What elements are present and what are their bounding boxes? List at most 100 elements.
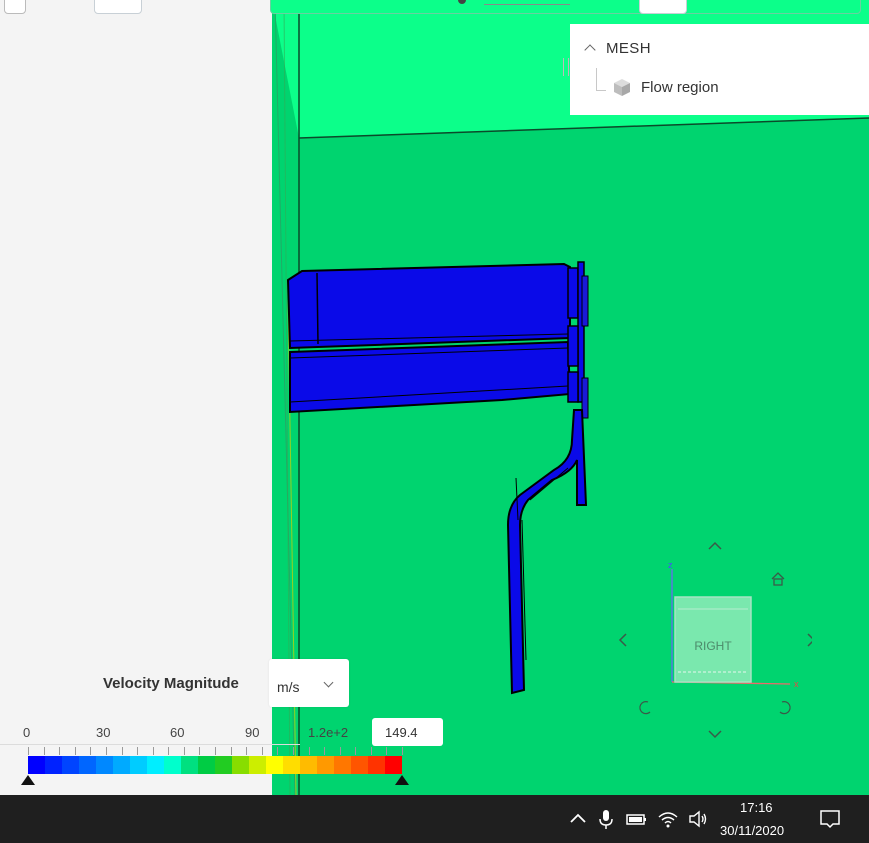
wifi-icon[interactable] <box>656 807 680 831</box>
notification-icon[interactable] <box>818 807 842 831</box>
colorbar-segment <box>232 756 249 774</box>
legend-axis-line <box>0 744 300 745</box>
view-navigation-cube[interactable]: z x RIGHT <box>612 534 816 744</box>
tree-connector <box>596 90 606 91</box>
toolbar-strip <box>270 0 861 14</box>
rotate-right-icon[interactable] <box>779 701 791 715</box>
legend-minor-tick <box>28 747 29 755</box>
chevron-right-icon[interactable] <box>807 633 816 647</box>
legend-minor-tick <box>230 747 232 755</box>
legend-quantity-label: Velocity Magnitude <box>103 675 239 692</box>
chevron-left-icon[interactable] <box>618 633 627 647</box>
colorbar-segment <box>96 756 113 774</box>
colorbar-segment <box>334 756 351 774</box>
colorbar-segment <box>266 756 283 774</box>
colorbar-segment <box>113 756 130 774</box>
legend-minor-tick <box>339 747 341 755</box>
taskbar-time[interactable]: 17:16 <box>740 800 773 815</box>
legend-minor-tick <box>183 747 185 755</box>
legend-max-input[interactable]: 149.4 <box>372 718 443 746</box>
legend-minor-tick <box>386 747 388 755</box>
legend-minor-tick <box>402 747 403 755</box>
colorbar-segment <box>317 756 334 774</box>
colorbar-segment <box>283 756 300 774</box>
legend-minor-tick <box>277 747 279 755</box>
colorbar-segment <box>300 756 317 774</box>
cube-icon <box>614 79 630 96</box>
speaker-icon[interactable] <box>686 807 710 831</box>
toolbar-button-right[interactable] <box>639 0 687 14</box>
tree-item-label: Flow region <box>641 78 719 96</box>
x-axis-label: x <box>794 679 799 689</box>
legend-max-marker[interactable] <box>395 775 409 785</box>
colorbar-segment <box>45 756 62 774</box>
legend-minor-tick <box>90 747 92 755</box>
colorbar-segment <box>215 756 232 774</box>
view-cube-face-right[interactable]: RIGHT <box>674 596 752 683</box>
battery-icon[interactable] <box>624 807 648 831</box>
legend-minor-tick <box>43 747 45 755</box>
colorbar-segment <box>164 756 181 774</box>
legend-minor-tick <box>199 747 201 755</box>
unit-select[interactable]: m/s <box>269 659 349 707</box>
legend-minor-tick <box>121 747 123 755</box>
colorbar-segment <box>79 756 96 774</box>
color-legend: Velocity Magnitude m/s 0 30 60 90 1.2e+2… <box>0 655 460 795</box>
legend-tick-label: 0 <box>23 725 31 740</box>
legend-minor-tick <box>152 747 154 755</box>
legend-minor-tick <box>74 747 76 755</box>
legend-minor-tick <box>308 747 310 755</box>
toolbar-corner[interactable] <box>4 0 26 14</box>
toolbar-button-left[interactable] <box>94 0 142 14</box>
legend-minor-tick <box>292 747 294 755</box>
tree-item-flow-region[interactable]: Flow region <box>612 76 719 98</box>
unit-value: m/s <box>277 679 300 695</box>
legend-minor-tick <box>215 747 216 755</box>
colorbar-segment <box>351 756 368 774</box>
toolbar-slider-track[interactable] <box>484 4 570 5</box>
colorbar-segment <box>181 756 198 774</box>
view-cube-face-label: RIGHT <box>694 639 732 653</box>
legend-tick-label: 30 <box>96 725 111 740</box>
colorbar-segment <box>28 756 45 774</box>
chevron-down-icon <box>323 677 334 688</box>
panel-resize-handle[interactable] <box>563 58 569 76</box>
colorbar-segment <box>198 756 215 774</box>
legend-tick-label: 1.2e+2 <box>308 725 349 740</box>
inlet-duct-upper[interactable] <box>286 262 571 350</box>
tree-connector <box>596 68 597 90</box>
mesh-tree-panel: MESH Flow region <box>570 24 869 115</box>
taskbar: 17:16 30/11/2020 <box>0 795 869 843</box>
colorbar-segment <box>385 756 402 774</box>
taskbar-date[interactable]: 30/11/2020 <box>720 823 784 838</box>
rotate-left-icon[interactable] <box>639 701 651 715</box>
legend-tick-label: 90 <box>245 725 260 740</box>
colorbar-segment <box>249 756 266 774</box>
mesh-tree-title: MESH <box>606 39 651 57</box>
legend-minor-tick <box>370 747 372 755</box>
legend-minor-tick <box>137 747 139 755</box>
legend-tick-label: 60 <box>170 725 185 740</box>
colorbar-segment <box>147 756 164 774</box>
z-axis-label: z <box>668 560 673 570</box>
microphone-icon[interactable] <box>594 807 618 831</box>
legend-minor-tick <box>105 747 107 755</box>
colorbar-segment <box>130 756 147 774</box>
chevron-up-icon[interactable] <box>708 541 722 550</box>
colorbar-segment <box>368 756 385 774</box>
colorbar-segment <box>62 756 79 774</box>
chevron-up-icon[interactable] <box>566 807 590 831</box>
legend-minor-tick <box>324 747 326 755</box>
legend-max-value: 149.4 <box>385 725 418 740</box>
legend-min-marker[interactable] <box>21 775 35 785</box>
chevron-down-icon[interactable] <box>708 730 722 739</box>
home-icon[interactable] <box>771 572 785 586</box>
legend-minor-tick <box>246 747 248 755</box>
legend-minor-tick <box>59 747 61 755</box>
mesh-tree-header[interactable]: MESH <box>584 38 651 58</box>
top-toolbar <box>0 0 869 22</box>
legend-tick-row <box>28 747 403 755</box>
chevron-up-icon <box>584 44 596 56</box>
legend-colorbar <box>28 756 402 774</box>
legend-minor-tick <box>168 747 170 755</box>
